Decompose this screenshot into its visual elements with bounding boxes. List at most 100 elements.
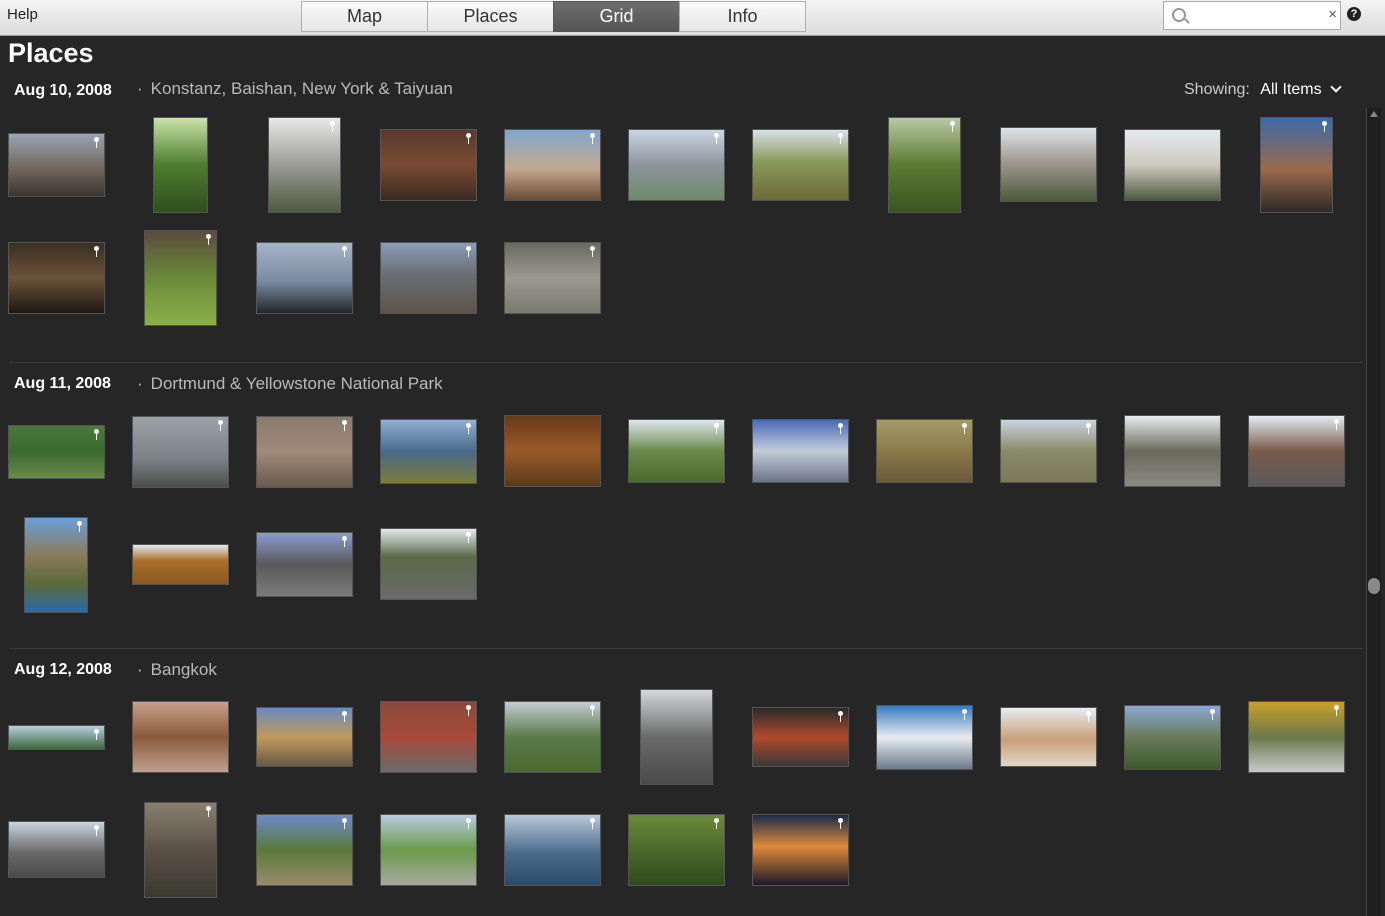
- location-pin-icon: [94, 825, 99, 836]
- photo-thumbnail[interactable]: [888, 117, 961, 213]
- photo-thumbnail[interactable]: [8, 725, 105, 750]
- photo-thumbnail[interactable]: [752, 419, 849, 483]
- location-pin-icon: [94, 137, 99, 148]
- tab-grid[interactable]: Grid: [553, 1, 680, 32]
- section-places: · Konstanz, Baishan, New York & Taiyuan: [137, 79, 453, 98]
- photo-thumbnail[interactable]: [504, 129, 601, 201]
- showing-filter[interactable]: Showing: All Items: [1184, 81, 1342, 99]
- location-pin-icon: [1210, 709, 1215, 720]
- photo-thumbnail[interactable]: [876, 705, 973, 770]
- location-pin-icon: [342, 246, 347, 257]
- photo-thumbnail[interactable]: [8, 821, 105, 878]
- photo-thumbnail[interactable]: [8, 242, 105, 314]
- photo-thumbnail[interactable]: [1000, 419, 1097, 483]
- photo-thumbnail[interactable]: [1124, 129, 1221, 201]
- section-divider: [10, 362, 1363, 363]
- photo-thumbnail[interactable]: [628, 129, 725, 201]
- location-pin-icon: [206, 806, 211, 817]
- photo-thumbnail[interactable]: [1248, 701, 1345, 773]
- photo-thumbnail[interactable]: [504, 814, 601, 886]
- tab-places[interactable]: Places: [427, 1, 554, 32]
- photo-thumbnail[interactable]: [8, 133, 105, 197]
- photo-thumbnail[interactable]: [1000, 127, 1097, 202]
- photo-thumbnail[interactable]: [752, 707, 849, 767]
- photo-thumbnail[interactable]: [144, 802, 217, 898]
- section-date: Aug 10, 2008: [14, 82, 112, 99]
- location-pin-icon: [206, 234, 211, 245]
- photo-thumbnail[interactable]: [153, 117, 208, 213]
- location-pin-icon: [714, 423, 719, 434]
- scrollbar-thumb[interactable]: [1368, 578, 1380, 594]
- photo-thumbnail[interactable]: [876, 419, 973, 483]
- location-pin-icon: [77, 521, 82, 532]
- photo-thumbnail[interactable]: [1124, 415, 1221, 487]
- photo-thumbnail[interactable]: [268, 117, 341, 213]
- location-pin-icon: [714, 818, 719, 829]
- photo-thumbnail[interactable]: [256, 532, 353, 597]
- photo-thumbnail[interactable]: [752, 814, 849, 886]
- photo-thumbnail[interactable]: [256, 416, 353, 488]
- photo-thumbnail[interactable]: [380, 129, 477, 201]
- location-pin-icon: [1334, 705, 1339, 716]
- help-icon[interactable]: ?: [1347, 7, 1361, 21]
- clear-icon[interactable]: ×: [1328, 6, 1337, 23]
- vertical-scrollbar[interactable]: [1366, 108, 1381, 916]
- photo-thumbnail[interactable]: [132, 701, 229, 773]
- location-pin-icon: [466, 246, 471, 257]
- photo-thumbnail[interactable]: [628, 419, 725, 483]
- photo-thumbnail[interactable]: [380, 419, 477, 484]
- location-pin-icon: [342, 536, 347, 547]
- location-pin-icon: [466, 133, 471, 144]
- help-menu[interactable]: Help: [7, 6, 38, 23]
- photo-thumbnail[interactable]: [752, 129, 849, 201]
- location-pin-icon: [342, 420, 347, 431]
- showing-value[interactable]: All Items: [1260, 81, 1321, 98]
- photo-thumbnail[interactable]: [640, 689, 713, 785]
- location-pin-icon: [950, 121, 955, 132]
- location-pin-icon: [590, 133, 595, 144]
- photo-thumbnail[interactable]: [256, 242, 353, 314]
- photo-thumbnail[interactable]: [256, 707, 353, 767]
- photo-thumbnail[interactable]: [380, 701, 477, 773]
- location-pin-icon: [1334, 419, 1339, 430]
- view-tabs: Map Places Grid Info: [301, 1, 806, 32]
- photo-thumbnail[interactable]: [628, 814, 725, 886]
- photo-thumbnail[interactable]: [1248, 415, 1345, 487]
- photo-thumbnail[interactable]: [1000, 707, 1097, 767]
- location-pin-icon: [94, 429, 99, 440]
- location-pin-icon: [466, 423, 471, 434]
- photo-thumbnail[interactable]: [380, 814, 477, 886]
- photo-thumbnail[interactable]: [504, 242, 601, 314]
- location-pin-icon: [466, 532, 471, 543]
- photo-thumbnail[interactable]: [256, 814, 353, 886]
- photo-thumbnail[interactable]: [8, 425, 105, 479]
- search-box: ×: [1163, 1, 1341, 30]
- photo-thumbnail[interactable]: [504, 701, 601, 773]
- photo-thumbnail[interactable]: [144, 230, 217, 326]
- location-pin-icon: [218, 420, 223, 431]
- section-date: Aug 12, 2008: [14, 661, 112, 678]
- scroll-up-icon[interactable]: [1370, 111, 1378, 117]
- section-divider: [10, 648, 1363, 649]
- location-pin-icon: [1086, 423, 1091, 434]
- photo-thumbnail[interactable]: [1124, 705, 1221, 770]
- photo-thumbnail[interactable]: [380, 242, 477, 314]
- location-pin-icon: [342, 711, 347, 722]
- search-input[interactable]: [1192, 5, 1326, 27]
- location-pin-icon: [590, 246, 595, 257]
- location-pin-icon: [962, 423, 967, 434]
- photo-thumbnail[interactable]: [380, 528, 477, 600]
- photo-thumbnail[interactable]: [24, 517, 88, 613]
- photo-thumbnail[interactable]: [132, 544, 229, 585]
- tab-info[interactable]: Info: [679, 1, 806, 32]
- search-icon: [1172, 8, 1186, 22]
- photo-thumbnail[interactable]: [504, 415, 601, 487]
- location-pin-icon: [94, 246, 99, 257]
- tab-map[interactable]: Map: [301, 1, 428, 32]
- location-pin-icon: [838, 423, 843, 434]
- location-pin-icon: [714, 133, 719, 144]
- section-places: · Bangkok: [137, 660, 217, 679]
- section-places-text: Dortmund & Yellowstone National Park: [150, 374, 443, 393]
- photo-thumbnail[interactable]: [132, 416, 229, 488]
- photo-thumbnail[interactable]: [1260, 117, 1333, 213]
